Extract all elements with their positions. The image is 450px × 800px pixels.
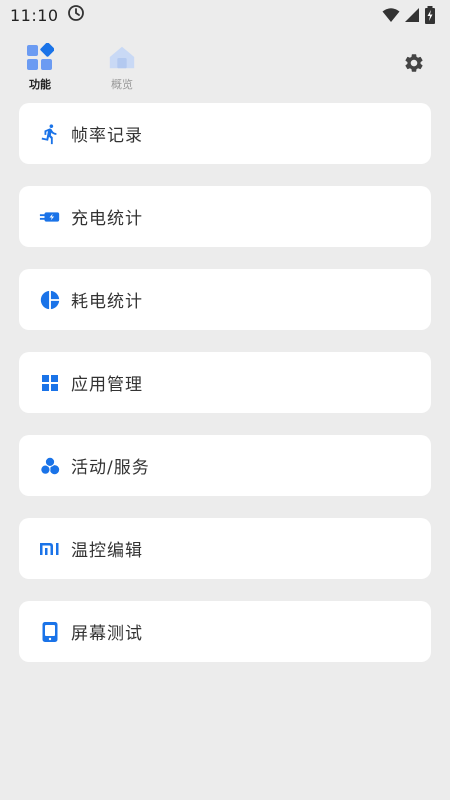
- settings-button[interactable]: [402, 53, 426, 77]
- menu-item-app-management[interactable]: 应用管理: [19, 352, 431, 413]
- running-icon: [39, 123, 61, 145]
- menu-item-activity-service[interactable]: 活动/服务: [19, 435, 431, 496]
- status-time: 11:10: [10, 5, 59, 25]
- status-bar: 11:10: [0, 0, 450, 30]
- mi-logo-icon: [39, 538, 61, 560]
- menu-item-charge-stats[interactable]: 充电统计: [19, 186, 431, 247]
- tab-functions[interactable]: 功能: [10, 42, 70, 92]
- menu-item-label: 帧率记录: [71, 126, 143, 146]
- menu-item-fps-record[interactable]: 帧率记录: [19, 103, 431, 164]
- status-left: 11:10: [10, 4, 85, 26]
- battery-charging-icon: [424, 6, 436, 24]
- menu-item-screen-test[interactable]: 屏幕测试: [19, 601, 431, 662]
- grid-icon: [39, 372, 61, 394]
- phone-screen-icon: [39, 621, 61, 643]
- menu-item-label: 应用管理: [71, 375, 143, 395]
- menu-item-label: 屏幕测试: [71, 624, 143, 644]
- pie-chart-icon: [39, 289, 61, 311]
- menu-item-thermal-edit[interactable]: 温控编辑: [19, 518, 431, 579]
- bubbles-icon: [39, 455, 61, 477]
- home-icon: [107, 42, 137, 71]
- apps-grid-icon: [25, 42, 55, 71]
- clock-icon: [67, 4, 85, 26]
- tab-overview-label: 概览: [111, 78, 133, 91]
- menu-item-label: 温控编辑: [71, 541, 143, 561]
- top-nav: 功能 概览: [0, 40, 450, 96]
- gear-icon: [403, 52, 425, 78]
- menu-item-power-stats[interactable]: 耗电统计: [19, 269, 431, 330]
- tab-overview[interactable]: 概览: [92, 42, 152, 92]
- signal-icon: [404, 7, 420, 23]
- charging-plug-icon: [39, 206, 61, 228]
- menu-item-label: 活动/服务: [71, 458, 150, 478]
- status-right: [382, 6, 436, 24]
- function-menu-list: 帧率记录 充电统计 耗电统计 应用管理 活动/服务 温控编辑 屏幕测试: [19, 103, 431, 684]
- menu-item-label: 耗电统计: [71, 292, 143, 312]
- menu-item-label: 充电统计: [71, 209, 143, 229]
- tab-functions-label: 功能: [29, 78, 51, 91]
- wifi-icon: [382, 7, 400, 23]
